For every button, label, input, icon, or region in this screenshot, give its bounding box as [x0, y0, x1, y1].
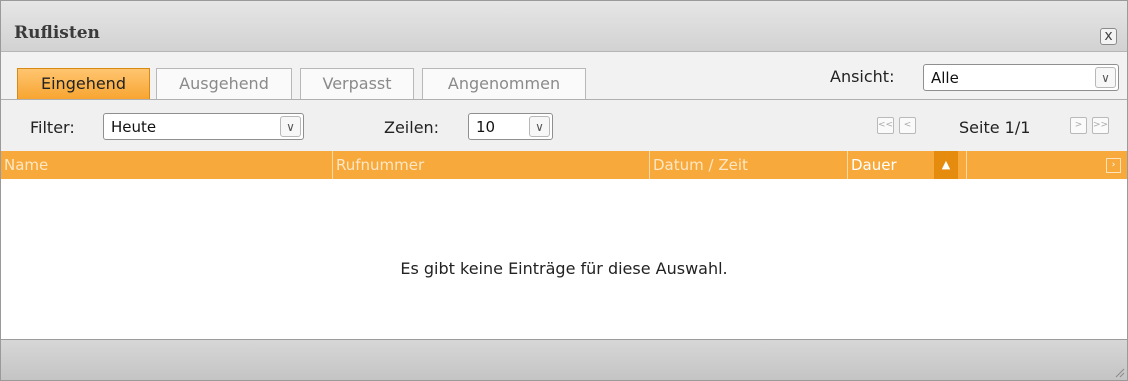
chevron-down-icon[interactable]: ∨ [529, 116, 550, 137]
filter-select[interactable]: Heute ∨ [103, 113, 304, 140]
chevron-down-icon[interactable]: ∨ [280, 116, 301, 137]
tab-angenommen[interactable]: Angenommen [422, 68, 586, 99]
title-bar[interactable]: Ruflisten x [1, 1, 1127, 52]
ruflisten-window: Ruflisten x Eingehend Ausgehend Verpasst… [0, 0, 1128, 381]
rows-select-value: 10 [476, 118, 496, 136]
tab-ausgehend[interactable]: Ausgehend [156, 68, 292, 99]
column-header-datum-zeit[interactable]: Datum / Zeit [650, 151, 848, 179]
sort-ascending-icon[interactable]: ▲ [934, 151, 958, 179]
rows-label: Zeilen: [384, 118, 440, 137]
table-header: Name Rufnummer Datum / Zeit Dauer ▲ › [1, 151, 1127, 179]
window-title: Ruflisten [14, 23, 100, 43]
column-header-name[interactable]: Name [1, 151, 333, 179]
status-bar [1, 340, 1127, 380]
view-select[interactable]: Alle ∨ [923, 64, 1119, 91]
column-header-rufnummer[interactable]: Rufnummer [333, 151, 650, 179]
chevron-down-icon[interactable]: ∨ [1095, 67, 1116, 88]
column-menu-icon[interactable]: › [1106, 158, 1121, 173]
last-page-button[interactable]: >> [1092, 117, 1109, 134]
tab-eingehend[interactable]: Eingehend [17, 68, 150, 99]
close-button[interactable]: x [1100, 28, 1117, 45]
filter-label: Filter: [30, 118, 75, 137]
view-label: Ansicht: [830, 67, 895, 86]
rows-select[interactable]: 10 ∨ [468, 113, 553, 140]
tab-verpasst[interactable]: Verpasst [300, 68, 414, 99]
first-page-button[interactable]: << [877, 117, 894, 134]
table-body: Es gibt keine Einträge für diese Auswahl… [1, 179, 1127, 340]
prev-page-button[interactable]: < [899, 117, 916, 134]
resize-grip-icon[interactable] [1113, 366, 1125, 378]
next-page-button[interactable]: > [1070, 117, 1087, 134]
page-indicator: Seite 1/1 [959, 118, 1031, 137]
empty-message: Es gibt keine Einträge für diese Auswahl… [400, 259, 728, 278]
filter-select-value: Heute [111, 118, 157, 136]
view-select-value: Alle [931, 69, 959, 87]
